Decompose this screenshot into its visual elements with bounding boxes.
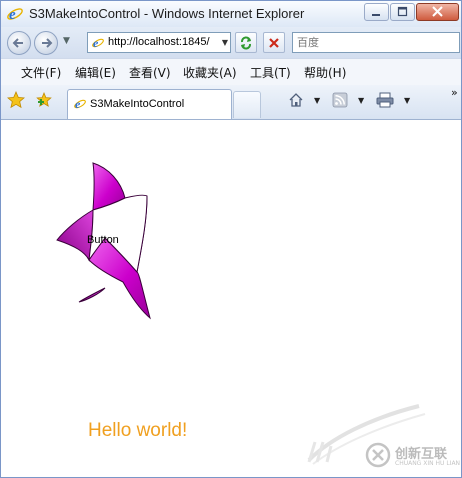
recent-pages-dropdown[interactable]: ▼	[63, 36, 70, 46]
forward-button[interactable]	[34, 31, 58, 55]
shape-tail	[78, 287, 106, 303]
page-content: Button Hello world! 创新互联 CHUANG XIN HU L…	[1, 120, 461, 477]
menu-favorites[interactable]: 收藏夹(A)	[183, 64, 237, 81]
minimize-icon	[372, 14, 380, 16]
browser-window: e S3MakeIntoControl - Windows Internet E…	[0, 0, 462, 478]
minimize-button[interactable]	[364, 3, 389, 21]
back-button[interactable]	[7, 31, 31, 55]
tab-label: S3MakeIntoControl	[90, 98, 185, 110]
menu-file[interactable]: 文件(F)	[21, 64, 61, 81]
forward-arrow-icon	[42, 38, 53, 48]
menu-help[interactable]: 帮助(H)	[304, 64, 346, 81]
stop-button[interactable]	[263, 32, 285, 53]
home-icon[interactable]	[288, 92, 304, 108]
rss-feed-icon[interactable]	[332, 92, 348, 108]
hello-text: Hello world!	[88, 420, 188, 441]
close-window-button[interactable]	[416, 3, 459, 21]
url-text[interactable]: http://localhost:1845/	[108, 36, 212, 48]
menu-edit[interactable]: 编辑(E)	[75, 64, 116, 81]
ie-page-icon: e	[92, 36, 104, 50]
favorites-star-icon[interactable]	[7, 91, 25, 109]
new-tab-button[interactable]	[233, 91, 261, 118]
tab-s3makeintocontrol[interactable]: e S3MakeIntoControl	[67, 89, 232, 119]
printer-icon[interactable]	[376, 92, 394, 108]
refresh-icon	[241, 36, 251, 50]
ie-logo-icon: e	[7, 7, 23, 23]
add-favorite-icon[interactable]	[35, 91, 53, 109]
address-field[interactable]: e http://localhost:1845/ ▼	[87, 32, 231, 53]
maximize-icon	[397, 6, 408, 17]
feeds-dropdown-icon[interactable]: ▼	[358, 96, 364, 105]
window-title: S3MakeIntoControl - Windows Internet Exp…	[29, 6, 305, 21]
ie-page-icon: e	[74, 97, 86, 111]
menu-tools[interactable]: 工具(T)	[250, 64, 291, 81]
watermark-subtitle: CHUANG XIN HU LIAN	[395, 460, 461, 467]
tab-bar: e S3MakeIntoControl ▼ ▼ ▼ »	[1, 85, 461, 120]
address-dropdown-icon[interactable]: ▼	[222, 38, 228, 47]
shape-button-label: Button	[87, 234, 119, 246]
close-icon	[432, 6, 443, 17]
maximize-button[interactable]	[390, 3, 415, 21]
menu-bar: 文件(F) 编辑(E) 查看(V) 收藏夹(A) 工具(T) 帮助(H)	[1, 58, 461, 86]
title-bar: e S3MakeIntoControl - Windows Internet E…	[1, 1, 461, 28]
print-dropdown-icon[interactable]: ▼	[404, 96, 410, 105]
svg-text:e: e	[75, 97, 81, 111]
search-field[interactable]	[292, 32, 460, 53]
more-commands-icon[interactable]: »	[451, 86, 458, 99]
svg-text:e: e	[93, 36, 99, 50]
address-toolbar: ▼ e http://localhost:1845/ ▼	[1, 27, 461, 58]
home-dropdown-icon[interactable]: ▼	[314, 96, 320, 105]
svg-text:e: e	[9, 7, 16, 23]
refresh-button[interactable]	[235, 32, 257, 53]
watermark-logo-icon	[365, 442, 391, 468]
stop-icon	[269, 38, 279, 48]
menu-view[interactable]: 查看(V)	[129, 64, 171, 81]
search-input[interactable]	[293, 33, 459, 52]
back-arrow-icon	[12, 38, 23, 48]
